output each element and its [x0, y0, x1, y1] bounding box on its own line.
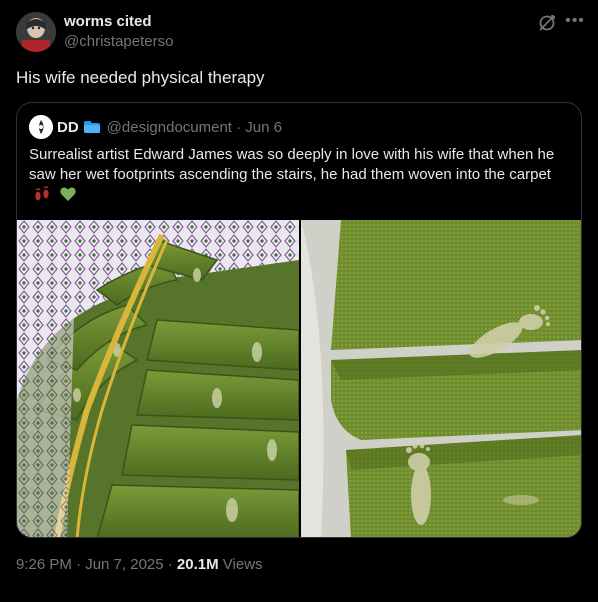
quoted-tweet-header: DD @designdocument · Jun 6	[29, 115, 282, 139]
footprint-carpet-photo[interactable]	[301, 220, 581, 537]
author-handle[interactable]: @christapeterso	[64, 33, 173, 50]
quoted-author-handle-date[interactable]: @designdocument · Jun 6	[107, 119, 282, 136]
green-heart-icon	[59, 185, 77, 209]
tweet-timestamp[interactable]: 9:26 PM · Jun 7, 2025 ·	[16, 556, 177, 573]
tweet-text: His wife needed physical therapy	[16, 68, 265, 87]
quoted-tweet-body: Surrealist artist Edward James was so de…	[29, 146, 555, 183]
footprints-icon	[33, 185, 51, 209]
views-label: Views	[218, 556, 263, 573]
author-avatar[interactable]	[16, 12, 56, 52]
spiral-staircase-photo[interactable]	[17, 220, 299, 537]
grok-icon[interactable]	[536, 12, 558, 34]
tweet-header: worms cited @christapeterso •••	[16, 10, 584, 54]
author-name[interactable]: worms cited	[64, 13, 152, 30]
quoted-tweet[interactable]: DD @designdocument · Jun 6 Surrealist ar…	[16, 102, 582, 538]
quoted-tweet-text: Surrealist artist Edward James was so de…	[29, 145, 574, 209]
quoted-tweet-media	[17, 220, 581, 537]
folder-icon	[83, 120, 101, 134]
quoted-author-name[interactable]: DD	[57, 119, 79, 136]
quoted-author-avatar[interactable]	[29, 115, 53, 139]
more-options-icon[interactable]: •••	[564, 12, 586, 34]
views-count: 20.1M	[176, 556, 219, 573]
tweet-meta: 9:26 PM · Jun 7, 2025 · 20.1M Views	[16, 556, 263, 573]
